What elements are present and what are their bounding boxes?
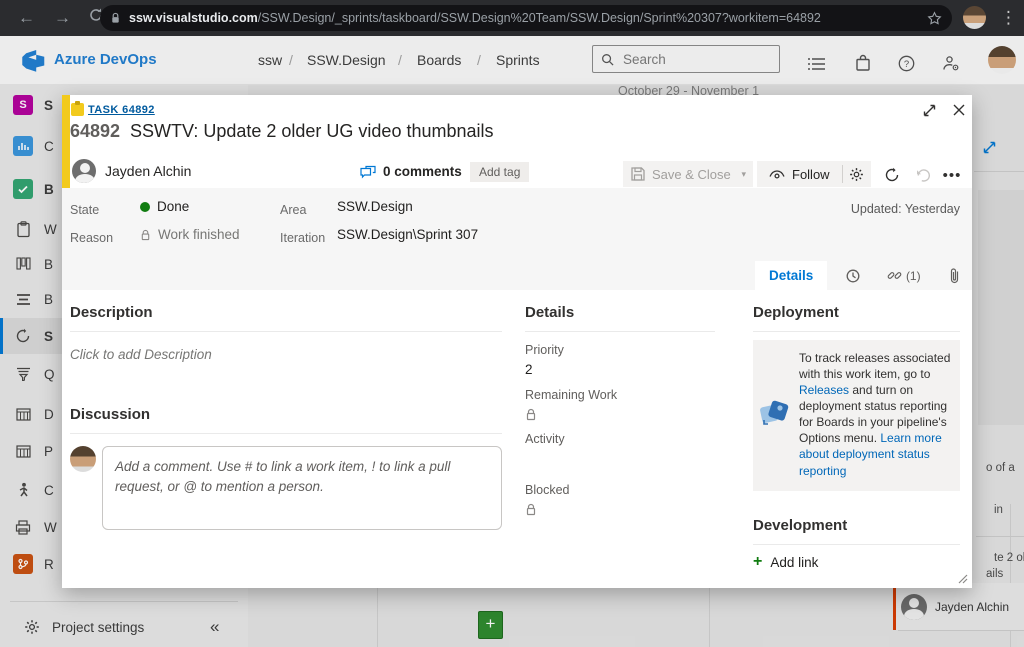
current-user-avatar [70, 446, 96, 472]
state-value[interactable]: Done [140, 199, 189, 214]
tab-attachments[interactable] [929, 261, 980, 290]
reason-label: Reason [70, 231, 113, 245]
tab-history[interactable] [827, 261, 878, 290]
save-icon [631, 167, 645, 181]
search-box[interactable] [592, 45, 780, 73]
deployment-info-panel: To track releases associated with this w… [753, 340, 960, 491]
more-actions-icon[interactable]: ••• [940, 163, 964, 187]
breadcrumb-org[interactable]: ssw [258, 52, 282, 68]
search-icon [601, 53, 614, 66]
dialog-close-icon[interactable] [952, 103, 966, 117]
refresh-icon[interactable] [880, 163, 904, 187]
work-items-list-icon[interactable] [808, 57, 826, 71]
iteration-label: Iteration [280, 231, 325, 245]
deployment-heading: Deployment [753, 290, 960, 332]
breadcrumb-separator: / [477, 52, 481, 68]
field-summary-band: State Done Reason Work finished Area SSW… [62, 188, 972, 291]
follow-button[interactable]: Follow [757, 161, 842, 187]
reason-value: Work finished [140, 227, 240, 242]
notification-settings-gear-icon[interactable] [843, 161, 871, 187]
breadcrumb-boards[interactable]: Boards [417, 52, 461, 68]
done-state-dot-icon [140, 202, 150, 212]
comments-button[interactable]: 0 comments [360, 164, 462, 179]
undo-icon [912, 163, 936, 187]
browser-toolbar: ← → ssw.visualstudio.com/SSW.Design/_spr… [0, 0, 1024, 36]
help-icon[interactable]: ? [898, 55, 915, 72]
back-icon[interactable]: ← [18, 8, 35, 28]
details-heading: Details [525, 290, 715, 332]
priority-value[interactable]: 2 [525, 362, 715, 377]
save-dropdown-caret-icon[interactable]: ▾ [741, 169, 746, 180]
work-item-title[interactable]: SSWTV: Update 2 older UG video thumbnail… [130, 121, 850, 142]
breadcrumb-separator: / [398, 52, 402, 68]
dialog-tabs: Details (1) [755, 261, 980, 290]
work-item-id: 64892 [70, 121, 120, 142]
url-bar[interactable]: ssw.visualstudio.com/SSW.Design/_sprints… [100, 5, 952, 31]
app-header: Azure DevOps ssw / SSW.Design / Boards /… [0, 36, 1024, 85]
user-avatar[interactable] [988, 46, 1016, 74]
dialog-expand-icon[interactable] [922, 103, 937, 118]
description-heading: Description [70, 290, 502, 332]
lock-icon [525, 408, 715, 421]
add-link-button[interactable]: + Add link [753, 555, 960, 570]
state-label: State [70, 203, 99, 217]
releases-rocket-icon [757, 394, 793, 479]
browser-profile-avatar[interactable] [963, 6, 986, 29]
padlock-icon [110, 12, 121, 24]
description-placeholder[interactable]: Click to add Description [70, 347, 502, 362]
user-settings-icon[interactable] [942, 55, 960, 72]
screen: { "browser": { "url_domain": "ssw.visual… [0, 0, 1024, 647]
comments-icon [360, 165, 376, 179]
product-name[interactable]: Azure DevOps [54, 51, 157, 68]
url-text: ssw.visualstudio.com/SSW.Design/_sprints… [129, 11, 927, 25]
search-input[interactable] [621, 51, 755, 68]
follow-eye-icon [769, 169, 785, 180]
releases-link[interactable]: Releases [799, 383, 849, 397]
assignee-avatar-icon [72, 159, 96, 183]
dialog-content: Description Click to add Description Dis… [62, 290, 972, 588]
breadcrumb-sprints[interactable]: Sprints [496, 52, 540, 68]
discussion-heading: Discussion [70, 392, 502, 434]
svg-text:?: ? [904, 59, 909, 70]
tab-links[interactable]: (1) [878, 261, 929, 290]
lock-icon [140, 229, 151, 241]
activity-label: Activity [525, 432, 715, 446]
iteration-value[interactable]: SSW.Design\Sprint 307 [337, 227, 478, 242]
plus-icon: + [753, 555, 762, 569]
tab-details[interactable]: Details [755, 261, 827, 290]
browser-menu-icon[interactable]: ⋮ [1000, 8, 1017, 28]
dialog-resize-grip[interactable] [955, 571, 968, 584]
task-type-icon [71, 103, 84, 116]
work-item-dialog: TASK 64892 64892 SSWTV: Update 2 older U… [62, 95, 972, 588]
follow-button-group: Follow [757, 161, 871, 187]
lock-icon [525, 503, 715, 516]
links-count: (1) [906, 269, 921, 283]
assignee-picker[interactable]: Jayden Alchin [72, 159, 191, 183]
assignee-name: Jayden Alchin [105, 163, 191, 179]
comment-input[interactable]: Add a comment. Use # to link a work item… [102, 446, 502, 530]
breadcrumb-project[interactable]: SSW.Design [307, 52, 386, 68]
development-heading: Development [753, 503, 960, 545]
azure-devops-logo-icon[interactable] [22, 50, 46, 72]
work-item-type-link[interactable]: TASK 64892 [88, 104, 155, 116]
priority-label: Priority [525, 343, 715, 357]
breadcrumb-separator: / [289, 52, 293, 68]
forward-icon[interactable]: → [54, 8, 71, 28]
deployment-text: To track releases associated with this w… [799, 351, 950, 381]
updated-timestamp: Updated: Yesterday [851, 202, 960, 216]
save-and-close-button[interactable]: Save & Close ▾ [623, 161, 753, 187]
task-type-color-bar [62, 95, 70, 188]
area-label: Area [280, 203, 306, 217]
bookmark-star-icon[interactable] [927, 11, 942, 26]
add-tag-button[interactable]: Add tag [470, 162, 529, 182]
marketplace-bag-icon[interactable] [855, 54, 871, 72]
remaining-work-label: Remaining Work [525, 388, 715, 402]
area-value[interactable]: SSW.Design [337, 199, 413, 214]
blocked-label: Blocked [525, 483, 715, 497]
